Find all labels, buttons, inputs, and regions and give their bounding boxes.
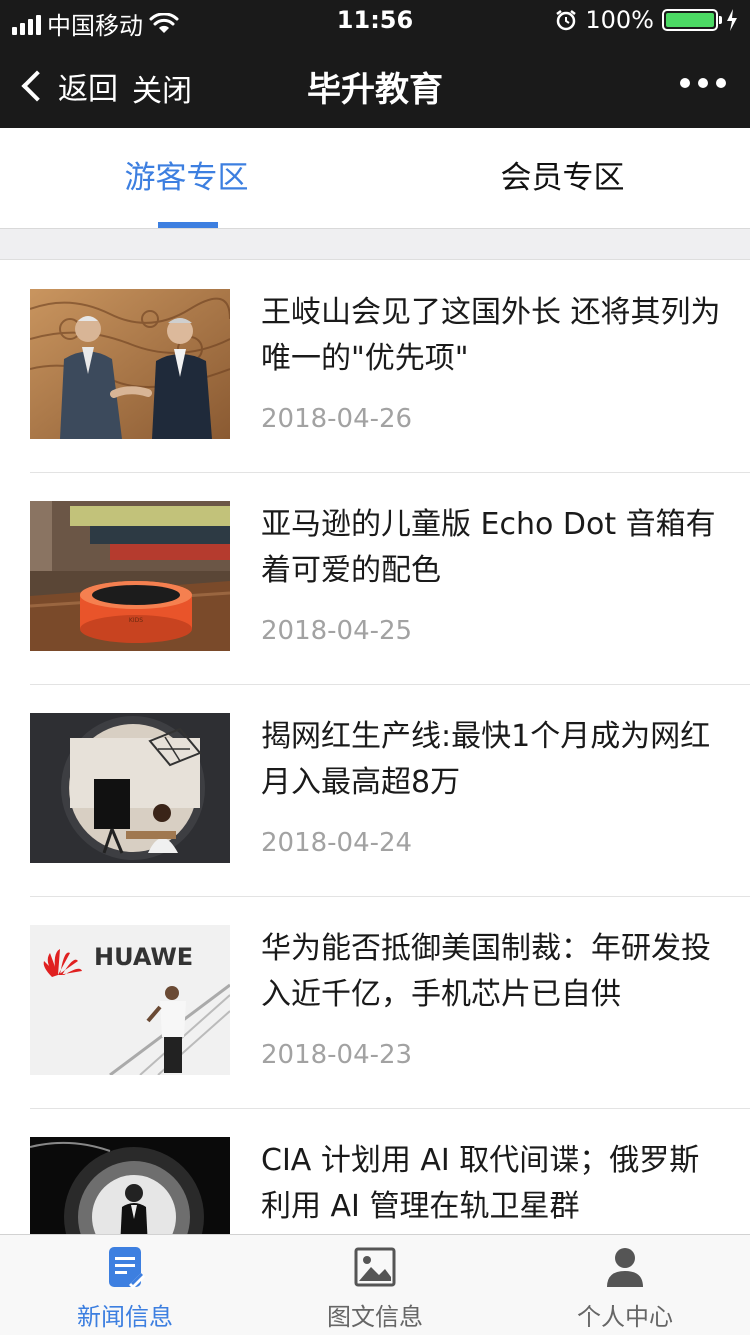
tab-profile-label: 个人中心 (577, 1303, 673, 1331)
dot-icon (698, 78, 708, 88)
dot-icon (716, 78, 726, 88)
more-options-button[interactable] (680, 78, 726, 88)
back-label: 返回 (58, 72, 118, 107)
tab-member-zone[interactable]: 会员专区 (375, 128, 750, 228)
section-divider (0, 229, 750, 260)
news-date: 2018-04-25 (261, 616, 413, 646)
back-button[interactable]: 返回 (20, 64, 118, 108)
news-list: 王岐山会见了这国外长 还将其列为唯一的"优先项" 2018-04-26 KIDS (0, 260, 750, 1234)
news-title: 揭网红生产线:最快1个月成为网红 月入最高超8万 (261, 719, 711, 800)
tab-active-indicator (158, 222, 218, 228)
news-item[interactable]: 揭网红生产线:最快1个月成为网红 月入最高超8万 2018-04-24 (30, 684, 750, 897)
news-item[interactable]: 王岐山会见了这国外长 还将其列为唯一的"优先项" 2018-04-26 (30, 260, 750, 473)
close-button[interactable]: 关闭 (132, 66, 192, 110)
status-right: 100% (555, 6, 738, 34)
tab-label: 游客专区 (124, 160, 249, 196)
news-thumbnail: KIDS (30, 501, 230, 651)
news-item[interactable]: CIA 计划用 AI 取代间谍；俄罗斯利用 AI 管理在轨卫星群 (30, 1108, 750, 1234)
tab-news-label: 新闻信息 (77, 1303, 173, 1331)
news-title: 亚马逊的儿童版 Echo Dot 音箱有着可爱的配色 (261, 507, 716, 588)
bottom-tab-bar: 新闻信息 图文信息 个人中心 (0, 1234, 750, 1335)
tab-profile[interactable]: 个人中心 (500, 1235, 750, 1335)
news-thumbnail (30, 289, 230, 439)
person-icon (607, 1248, 643, 1287)
tab-news[interactable]: 新闻信息 (0, 1235, 250, 1335)
battery-icon (662, 9, 722, 31)
charging-icon (727, 9, 737, 31)
news-date: 2018-04-26 (261, 404, 413, 434)
news-icon (109, 1247, 145, 1289)
news-date: 2018-04-24 (261, 828, 413, 858)
news-title: 王岐山会见了这国外长 还将其列为唯一的"优先项" (261, 295, 721, 376)
svg-text:KIDS: KIDS (129, 617, 143, 624)
tab-images[interactable]: 图文信息 (250, 1235, 500, 1335)
news-thumbnail (30, 713, 230, 863)
alarm-icon (556, 10, 577, 31)
news-item[interactable]: HUAWE 华为能否抵御美国制裁：年研发投入近千亿，手机芯片已自供 2018-0… (30, 896, 750, 1109)
news-title: CIA 计划用 AI 取代间谍；俄罗斯利用 AI 管理在轨卫星群 (261, 1143, 700, 1224)
news-item[interactable]: KIDS 亚马逊的儿童版 Echo Dot 音箱有着可爱的配色 2018-04-… (30, 472, 750, 685)
news-thumbnail (30, 1137, 230, 1234)
image-icon (354, 1247, 396, 1287)
chevron-left-icon (21, 70, 53, 102)
status-bar: 中国移动 11:56 100% (0, 0, 750, 40)
huawei-logo-text: HUAWE (94, 943, 193, 971)
news-date: 2018-04-23 (261, 1040, 413, 1070)
tab-images-label: 图文信息 (327, 1303, 423, 1331)
news-thumbnail: HUAWE (30, 925, 230, 1075)
battery-percent: 100% (585, 6, 654, 34)
nav-bar: 返回 关闭 毕升教育 (0, 40, 750, 128)
news-title: 华为能否抵御美国制裁：年研发投入近千亿，手机芯片已自供 (261, 931, 711, 1012)
tab-guest-zone[interactable]: 游客专区 (0, 128, 375, 228)
tab-label: 会员专区 (500, 160, 625, 196)
section-tabs: 游客专区 会员专区 (0, 128, 750, 229)
dot-icon (680, 78, 690, 88)
